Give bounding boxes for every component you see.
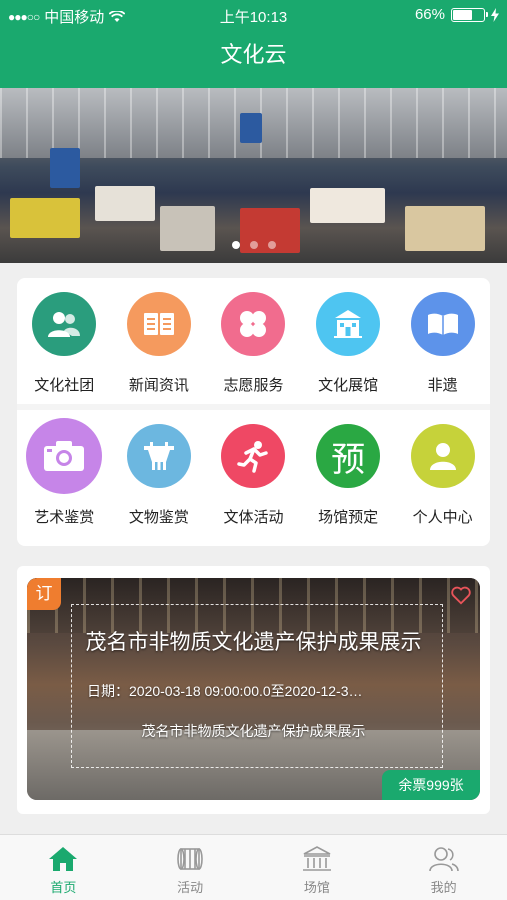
tab-home[interactable]: 首页 [0,835,127,900]
tab-venue[interactable]: 场馆 [254,835,381,900]
tab-label: 场馆 [303,880,330,895]
charging-icon [491,7,499,22]
people-icon [32,292,97,356]
menu-item-heritage[interactable]: 非遗 [395,278,490,410]
nav-bar: 文化云 [0,30,507,88]
carousel-dot[interactable] [231,241,240,249]
runner-icon [221,424,286,488]
tab-mine[interactable]: 我的 [380,835,507,900]
menu-item-personal-center[interactable]: 个人中心 [395,410,490,542]
tab-label: 我的 [430,880,457,895]
menu-item-volunteer[interactable]: 志愿服务 [206,278,301,410]
reserve-icon: 预 [316,424,381,488]
carousel-dot[interactable] [267,241,276,249]
camera-icon [26,418,103,494]
clover-icon [221,292,286,356]
menu-item-label: 艺术鉴赏 [34,509,95,526]
menu-item-relic-appreciation[interactable]: 文物鉴赏 [112,410,207,542]
event-date: 日期：2020-03-18 09:00:00.0至2020-12-3… [87,683,363,699]
battery-icon [451,7,488,22]
banner-booth [50,148,80,188]
menu-item-label: 志愿服务 [223,377,284,394]
menu-item-label: 文化展馆 [318,377,379,394]
featured-event-card[interactable]: 茂名市非物质文化遗产保护成果展示 日期：2020-03-18 09:00:00.… [17,566,490,814]
event-title: 茂名市非物质文化遗产保护成果展示 [85,631,422,654]
menu-item-label: 非遗 [427,377,458,394]
tab-bar: 首页 活动 场馆 我的 [0,834,507,900]
menu-divider [17,404,490,410]
battery-percent: 66% [414,6,445,23]
vessel-icon [126,424,191,488]
menu-item-label: 新闻资讯 [128,377,189,394]
banner-booth [95,186,155,221]
book-open-icon [126,292,191,356]
menu-item-venue-booking[interactable]: 预 场馆预定 [301,410,396,542]
menu-item-label: 场馆预定 [318,509,379,526]
activity-icon [177,848,203,870]
carousel-dot[interactable] [249,241,258,249]
venue-icon [302,846,331,871]
menu-item-label: 文体活动 [223,509,284,526]
reserve-icon-text: 预 [331,440,366,479]
tickets-remaining-badge: 余票999张 [382,770,480,800]
banner-booth [310,188,385,223]
banner-booth [240,113,262,143]
menu-item-news[interactable]: 新闻资讯 [112,278,207,410]
menu-item-culture-club[interactable]: 文化社团 [17,278,112,410]
user-icon [410,424,475,488]
heart-icon[interactable] [450,584,472,606]
event-subtitle: 茂名市非物质文化遗产保护成果展示 [141,723,366,739]
menu-item-exhibition-hall[interactable]: 文化展馆 [301,278,396,410]
tab-label: 首页 [50,880,77,895]
profile-icon [428,847,459,872]
banner-carousel[interactable] [0,88,507,263]
home-icon [49,847,78,871]
menu-item-label: 个人中心 [412,509,473,526]
menu-grid: 文化社团 新闻资讯 志愿服务 文化展馆 非遗 艺术鉴赏 文物鉴赏 文体活动 预 … [17,278,490,542]
book-icon [410,292,475,356]
banner-booth [10,198,80,238]
status-bar: ●●●○○ 中国移动 上午10:13 66% [0,0,507,30]
menu-item-sports-activity[interactable]: 文体活动 [206,410,301,542]
building-icon [316,292,381,356]
page-title: 文化云 [220,42,287,67]
carousel-indicator [0,241,507,249]
order-tag: 订 [27,578,61,610]
menu-card: 文化社团 新闻资讯 志愿服务 文化展馆 非遗 艺术鉴赏 文物鉴赏 文体活动 预 … [17,278,490,546]
tab-activity[interactable]: 活动 [127,835,254,900]
featured-event-image[interactable]: 茂名市非物质文化遗产保护成果展示 日期：2020-03-18 09:00:00.… [27,578,480,800]
tab-label: 活动 [177,880,204,895]
menu-item-label: 文物鉴赏 [128,509,189,526]
menu-item-art-appreciation[interactable]: 艺术鉴赏 [17,410,112,542]
menu-item-label: 文化社团 [34,377,95,394]
